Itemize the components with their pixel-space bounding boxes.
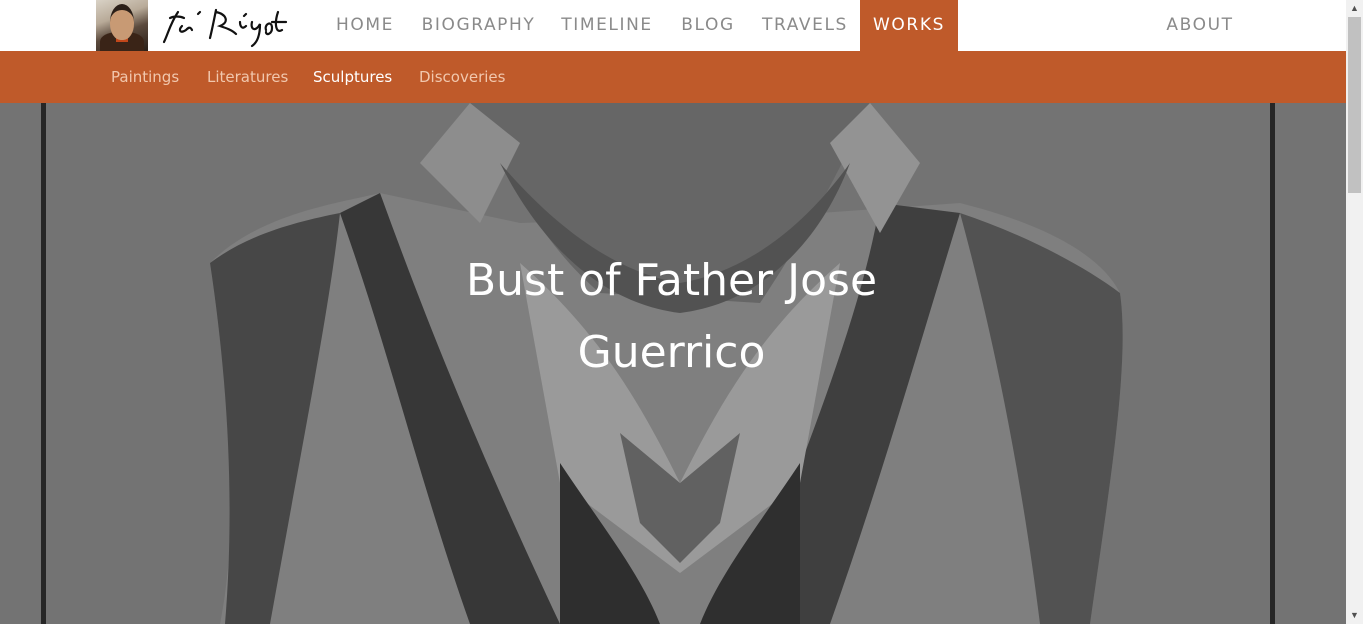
nav-works[interactable]: WORKS [860,0,958,51]
nav-blog[interactable]: BLOG [670,0,746,51]
subnav-sculptures[interactable]: Sculptures [313,51,392,103]
subnav-discoveries[interactable]: Discoveries [419,51,505,103]
hero-title: Bust of Father Jose Guerrico [400,245,943,389]
top-navbar: HOME BIOGRAPHY TIMELINE BLOG TRAVELS WOR… [0,0,1346,51]
scrollbar-thumb[interactable] [1348,17,1361,193]
nav-timeline[interactable]: TIMELINE [552,0,662,51]
works-subnav: Paintings Literatures Sculptures Discove… [0,51,1346,103]
hero-banner: Bust of Father Jose Guerrico [0,103,1346,624]
scroll-up-arrow-icon[interactable]: ▲ [1346,0,1363,17]
logo-portrait-head [110,4,134,40]
nav-biography[interactable]: BIOGRAPHY [413,0,544,51]
page-scrollbar[interactable]: ▲ ▼ [1346,0,1363,624]
scroll-down-arrow-icon[interactable]: ▼ [1346,607,1363,624]
hero-title-line1: Bust of Father Jose [465,255,878,306]
subnav-literatures[interactable]: Literatures [207,51,288,103]
nav-travels[interactable]: TRAVELS [754,0,856,51]
logo-portrait[interactable] [96,0,148,51]
subnav-paintings[interactable]: Paintings [111,51,179,103]
nav-home[interactable]: HOME [325,0,405,51]
hero-title-line2: Guerrico [577,327,766,378]
logo-signature[interactable] [160,4,300,48]
nav-about[interactable]: ABOUT [1156,0,1244,51]
